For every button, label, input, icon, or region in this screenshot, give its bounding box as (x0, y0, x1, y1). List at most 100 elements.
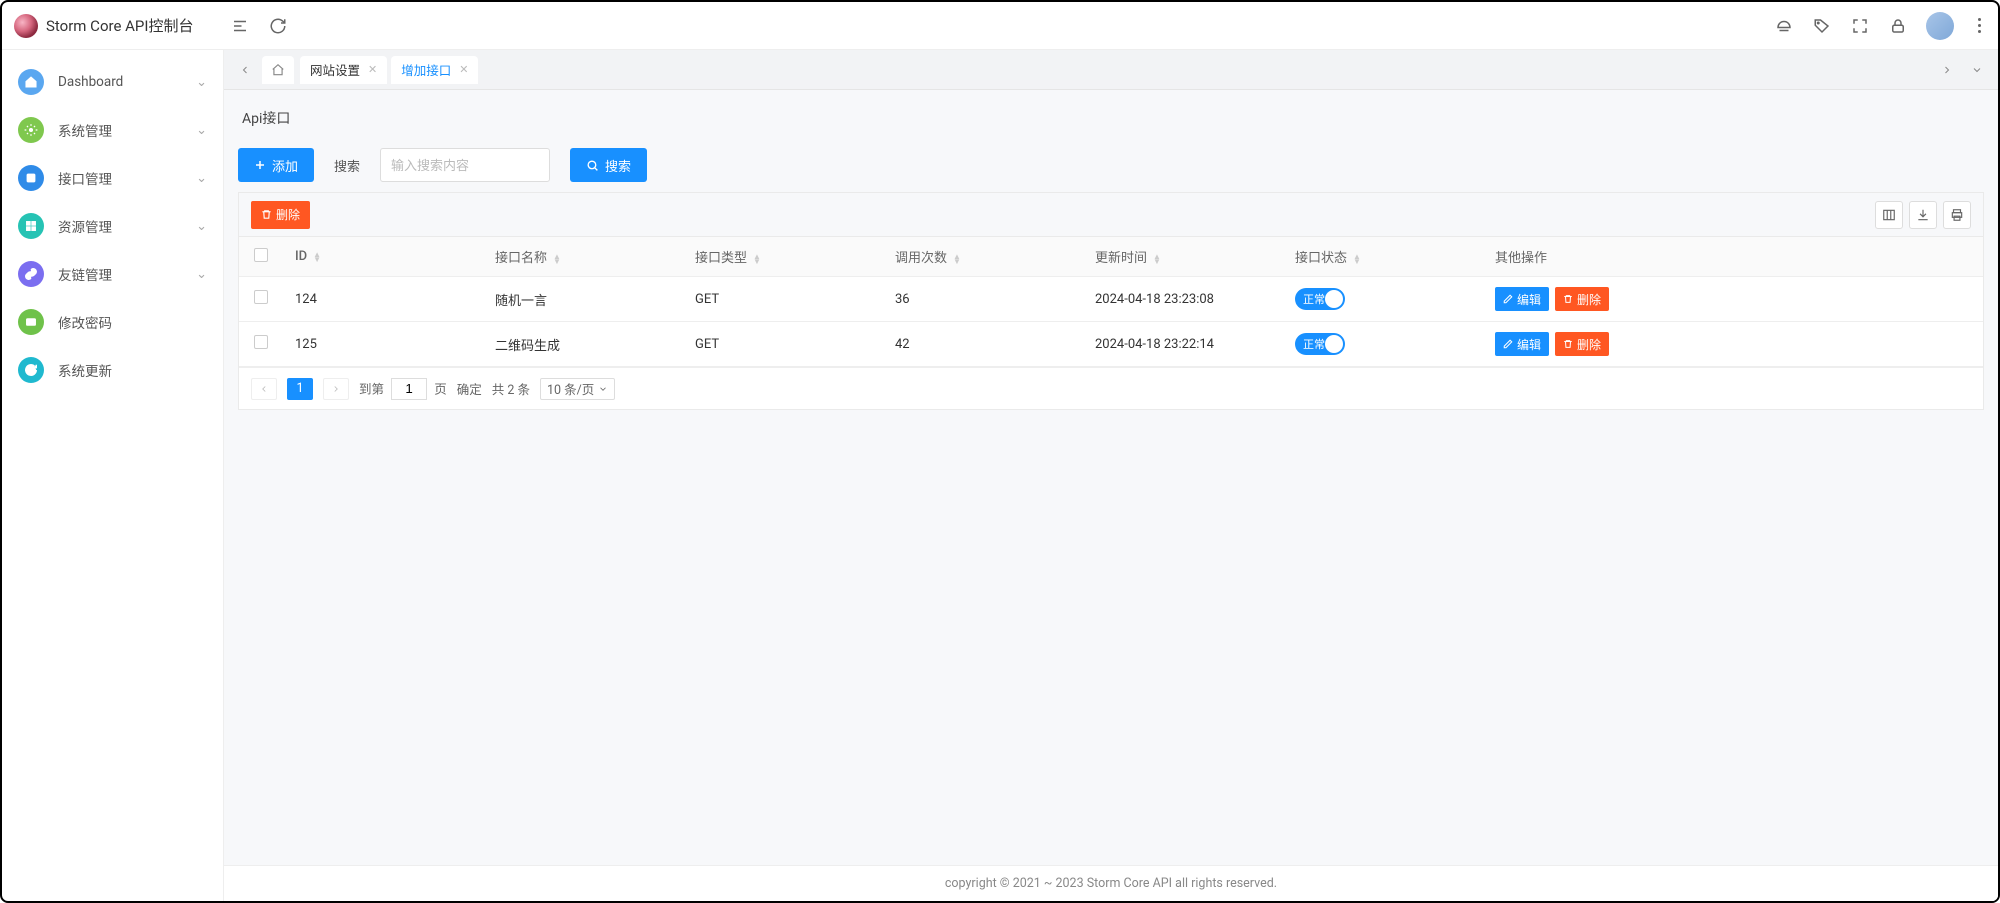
columns-toggle-button[interactable] (1875, 201, 1903, 229)
search-button[interactable]: 搜索 (570, 148, 647, 182)
tab-close-icon[interactable]: ✕ (459, 63, 468, 76)
logo-icon (14, 14, 38, 38)
plus-icon (254, 159, 266, 171)
search-button-label: 搜索 (605, 156, 631, 175)
sidebar-item-resource[interactable]: 资源管理 ⌄ (2, 202, 223, 250)
delete-button[interactable]: 删除 (1555, 287, 1609, 311)
chevron-down-icon (598, 384, 608, 394)
cell-type: GET (683, 277, 883, 322)
table-toolbar: 删除 (239, 193, 1983, 237)
status-switch[interactable]: 正常 (1295, 288, 1345, 310)
app-title: Storm Core API控制台 (46, 15, 193, 36)
toolbar: 添加 搜索 搜索 (238, 148, 1984, 182)
cell-name: 随机一言 (483, 277, 683, 322)
cell-calls: 42 (883, 322, 1083, 367)
update-icon (18, 357, 44, 383)
pager-size-label: 10 条/页 (547, 379, 594, 398)
column-header-name[interactable]: 接口名称▲▼ (483, 237, 683, 277)
sidebar-item-friendlink[interactable]: 友链管理 ⌄ (2, 250, 223, 298)
sidebar-item-system[interactable]: 系统管理 ⌄ (2, 106, 223, 154)
tabs-prev-button[interactable] (232, 57, 258, 83)
chevron-down-icon: ⌄ (196, 219, 207, 234)
select-all-checkbox[interactable] (254, 248, 268, 262)
edit-button[interactable]: 编辑 (1495, 332, 1549, 356)
column-header-calls[interactable]: 调用次数▲▼ (883, 237, 1083, 277)
tab-label: 增加接口 (401, 60, 451, 79)
sidebar-item-label: 资源管理 (58, 216, 182, 236)
footer: copyright © 2021 ~ 2023 Storm Core API a… (224, 865, 1998, 901)
sidebar-item-update[interactable]: 系统更新 (2, 346, 223, 394)
chevron-down-icon: ⌄ (196, 267, 207, 282)
footer-text: copyright © 2021 ~ 2023 Storm Core API a… (945, 876, 1277, 891)
header: Storm Core API控制台 (2, 2, 1998, 50)
row-checkbox[interactable] (254, 335, 268, 349)
pager-confirm-button[interactable]: 确定 (457, 379, 482, 398)
home-icon (18, 69, 44, 95)
batch-delete-button[interactable]: 删除 (251, 201, 310, 229)
row-checkbox[interactable] (254, 290, 268, 304)
pager-jump: 到第 页 (359, 378, 447, 400)
switch-label: 正常 (1303, 291, 1325, 307)
delete-button[interactable]: 删除 (1555, 332, 1609, 356)
trash-icon (1563, 339, 1573, 349)
table-container: 删除 (238, 192, 1984, 410)
pager-next-button[interactable] (323, 378, 349, 400)
tabs-next-button[interactable] (1934, 57, 1960, 83)
chevron-down-icon: ⌄ (196, 171, 207, 186)
tabs-bar: 网站设置 ✕ 增加接口 ✕ (224, 50, 1998, 90)
pager-size-select[interactable]: 10 条/页 (540, 378, 615, 400)
pager-jump-input[interactable] (391, 378, 427, 400)
status-switch[interactable]: 正常 (1295, 333, 1345, 355)
collapse-menu-icon[interactable] (230, 16, 250, 36)
tab-home[interactable] (262, 56, 294, 84)
tabs-dropdown-button[interactable] (1964, 57, 1990, 83)
search-label: 搜索 (334, 156, 360, 175)
chevron-down-icon: ⌄ (196, 75, 207, 90)
chevron-down-icon: ⌄ (196, 123, 207, 138)
sidebar-item-dashboard[interactable]: Dashboard ⌄ (2, 58, 223, 106)
refresh-icon[interactable] (268, 16, 288, 36)
tab-close-icon[interactable]: ✕ (368, 63, 377, 76)
avatar[interactable] (1926, 12, 1954, 40)
pager-total: 共 2 条 (492, 379, 530, 398)
data-table: ID▲▼ 接口名称▲▼ 接口类型▲▼ 调用次数▲▼ 更新时间▲▼ 接口状态▲▼ … (239, 237, 1983, 367)
home-icon (271, 63, 285, 77)
delete-label: 删除 (1577, 336, 1601, 353)
pager-prev-button[interactable] (251, 378, 277, 400)
cell-name: 二维码生成 (483, 322, 683, 367)
tab-add-api[interactable]: 增加接口 ✕ (391, 56, 478, 84)
password-icon (18, 309, 44, 335)
trash-icon (261, 209, 272, 220)
link-icon (18, 261, 44, 287)
edit-label: 编辑 (1517, 336, 1541, 353)
edit-button[interactable]: 编辑 (1495, 287, 1549, 311)
sidebar-item-label: 系统更新 (58, 360, 207, 380)
sidebar-item-api[interactable]: 接口管理 ⌄ (2, 154, 223, 202)
cell-updated: 2024-04-18 23:23:08 (1083, 277, 1283, 322)
tab-site-settings[interactable]: 网站设置 ✕ (300, 56, 387, 84)
tab-label: 网站设置 (310, 60, 360, 79)
cell-id: 124 (283, 277, 483, 322)
fullscreen-icon[interactable] (1850, 16, 1870, 36)
pager-jump-suffix: 页 (434, 382, 447, 397)
search-input[interactable] (380, 148, 550, 182)
column-header-status[interactable]: 接口状态▲▼ (1283, 237, 1483, 277)
logo-area: Storm Core API控制台 (14, 14, 224, 38)
theme-icon[interactable] (1774, 16, 1794, 36)
switch-label: 正常 (1303, 336, 1325, 352)
column-header-id[interactable]: ID▲▼ (283, 237, 483, 277)
cell-id: 125 (283, 322, 483, 367)
column-header-updated[interactable]: 更新时间▲▼ (1083, 237, 1283, 277)
more-menu-icon[interactable] (1972, 18, 1986, 33)
sidebar-item-label: 修改密码 (58, 312, 207, 332)
pager-page-1[interactable]: 1 (287, 378, 313, 400)
table-row: 125 二维码生成 GET 42 2024-04-18 23:22:14 正常 (239, 322, 1983, 367)
api-icon (18, 165, 44, 191)
tag-icon[interactable] (1812, 16, 1832, 36)
add-button[interactable]: 添加 (238, 148, 314, 182)
lock-icon[interactable] (1888, 16, 1908, 36)
column-header-type[interactable]: 接口类型▲▼ (683, 237, 883, 277)
print-button[interactable] (1943, 201, 1971, 229)
export-button[interactable] (1909, 201, 1937, 229)
sidebar-item-password[interactable]: 修改密码 (2, 298, 223, 346)
